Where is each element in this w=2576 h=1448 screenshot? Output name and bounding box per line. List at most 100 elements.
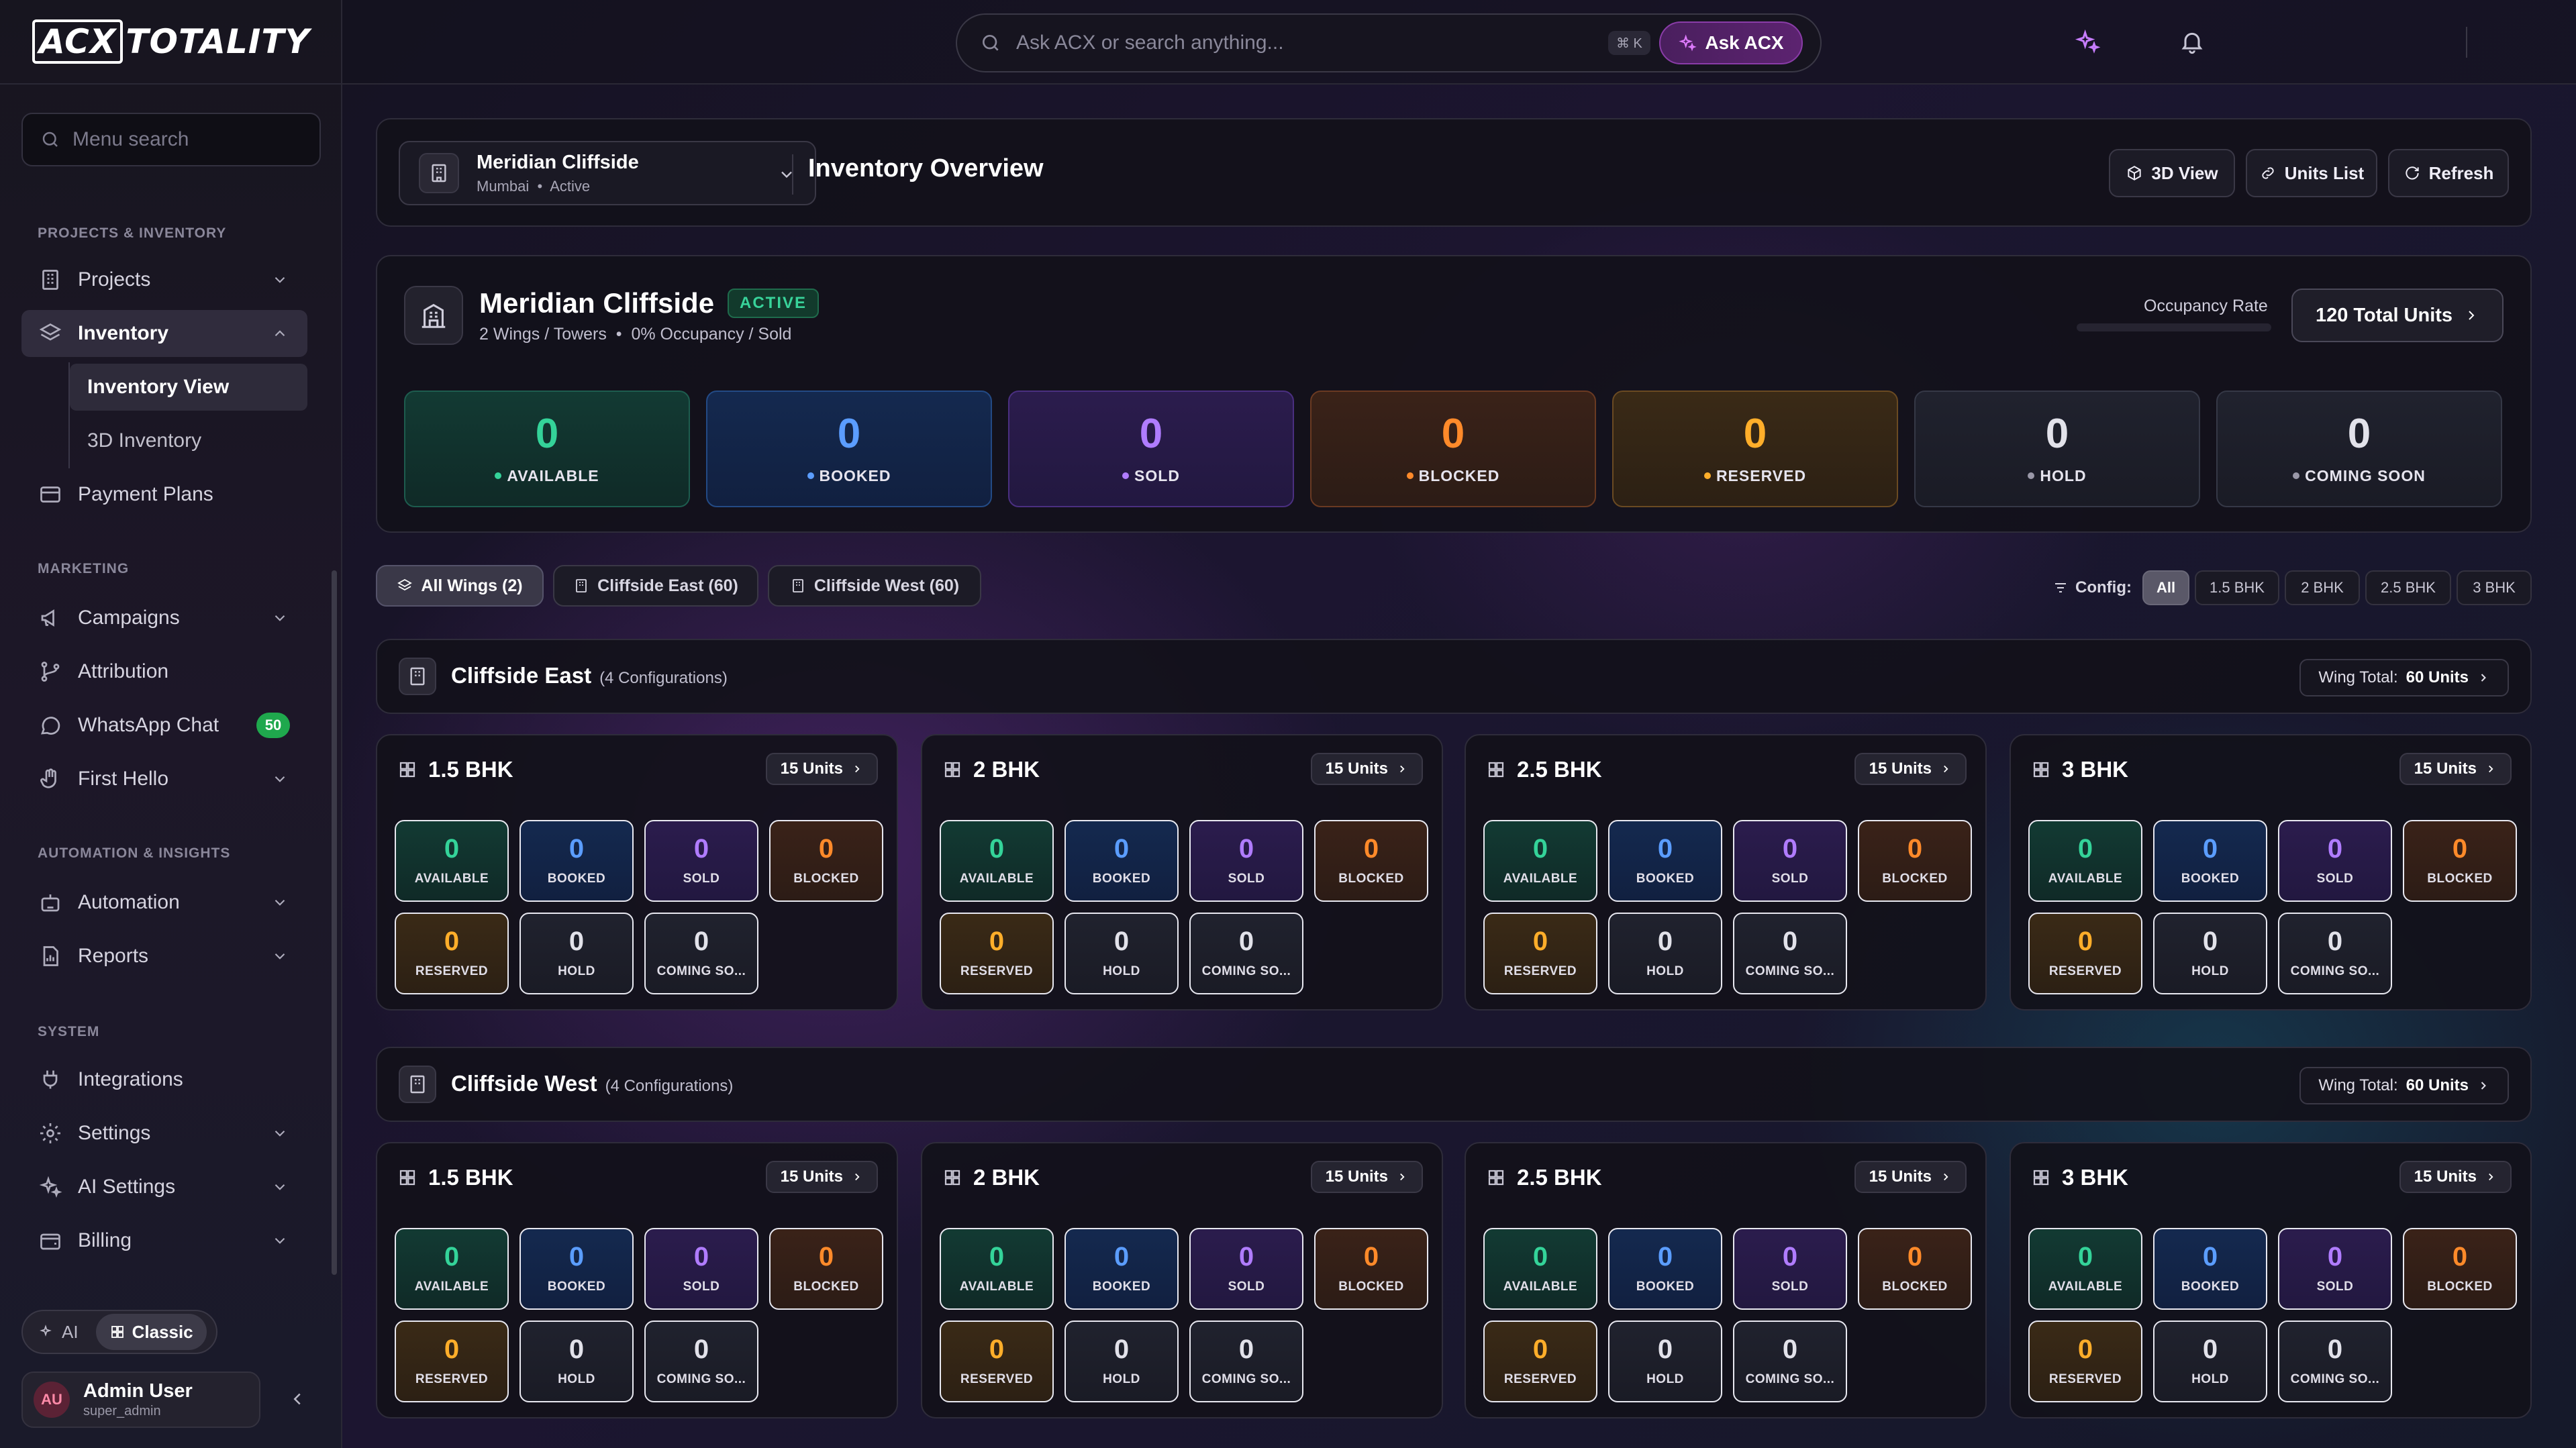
sidebar-item-projects[interactable]: Projects (21, 256, 307, 303)
config-units-button[interactable]: 15 Units (1310, 1161, 1423, 1193)
sidebar-item-whatsapp-chat[interactable]: WhatsApp Chat 50 (21, 702, 307, 749)
chevron-up-icon[interactable] (271, 325, 289, 342)
mini-stat-reserved[interactable]: 0 RESERVED (395, 1321, 509, 1402)
mini-stat-blocked[interactable]: 0 BLOCKED (2403, 820, 2517, 902)
mini-stat-reserved[interactable]: 0 RESERVED (940, 913, 1054, 994)
mini-stat-reserved[interactable]: 0 RESERVED (395, 913, 509, 994)
sidebar-item-automation[interactable]: Automation (21, 879, 307, 926)
bell-icon[interactable] (2179, 28, 2206, 55)
units-list-button[interactable]: Units List (2246, 149, 2377, 197)
mini-stat-coming-soon[interactable]: 0 COMING SO... (1733, 1321, 1847, 1402)
mini-stat-coming-soon[interactable]: 0 COMING SO... (1733, 913, 1847, 994)
mini-stat-coming-soon[interactable]: 0 COMING SO... (644, 1321, 758, 1402)
chevron-down-icon[interactable] (271, 1125, 289, 1142)
sidebar-item-first-hello[interactable]: First Hello (21, 756, 307, 803)
config-units-button[interactable]: 15 Units (765, 1161, 878, 1193)
mini-stat-coming-soon[interactable]: 0 COMING SO... (644, 913, 758, 994)
config-chip-2-5-bhk[interactable]: 2.5 BHK (2365, 570, 2451, 605)
mini-stat-hold[interactable]: 0 HOLD (519, 913, 634, 994)
wing-tab-cliffside-east[interactable]: Cliffside East (60) (553, 565, 758, 607)
config-chip-2-bhk[interactable]: 2 BHK (2285, 570, 2360, 605)
mini-stat-blocked[interactable]: 0 BLOCKED (769, 820, 883, 902)
menu-search-input[interactable]: Menu search (21, 113, 321, 166)
mini-stat-available[interactable]: 0 AVAILABLE (395, 1228, 509, 1310)
mini-stat-reserved[interactable]: 0 RESERVED (2028, 1321, 2142, 1402)
mini-stat-hold[interactable]: 0 HOLD (1064, 1321, 1179, 1402)
stat-reserved[interactable]: 0 RESERVED (1612, 391, 1898, 507)
mini-stat-booked[interactable]: 0 BOOKED (1064, 1228, 1179, 1310)
sidebar-item-reports[interactable]: Reports (21, 933, 307, 980)
mini-stat-hold[interactable]: 0 HOLD (1608, 1321, 1722, 1402)
chevron-down-icon[interactable] (271, 609, 289, 627)
sidebar-item-attribution[interactable]: Attribution (21, 648, 307, 695)
config-units-button[interactable]: 15 Units (2399, 1161, 2512, 1193)
sidebar-item-payment-plans[interactable]: Payment Plans (21, 471, 307, 518)
mini-stat-reserved[interactable]: 0 RESERVED (1483, 1321, 1597, 1402)
config-chip-3-bhk[interactable]: 3 BHK (2457, 570, 2532, 605)
global-search-input[interactable]: Ask ACX or search anything... ⌘ K Ask AC… (956, 13, 1822, 72)
stat-coming-soon[interactable]: 0 COMING SOON (2216, 391, 2502, 507)
mini-stat-sold[interactable]: 0 SOLD (1189, 1228, 1303, 1310)
mini-stat-reserved[interactable]: 0 RESERVED (940, 1321, 1054, 1402)
wing-tab-cliffside-west[interactable]: Cliffside West (60) (768, 565, 981, 607)
stat-booked[interactable]: 0 BOOKED (706, 391, 992, 507)
user-profile-card[interactable]: AU Admin User super_admin (21, 1372, 260, 1428)
mini-stat-reserved[interactable]: 0 RESERVED (1483, 913, 1597, 994)
total-units-button[interactable]: 120 Total Units (2291, 289, 2504, 342)
mini-stat-hold[interactable]: 0 HOLD (2153, 1321, 2267, 1402)
project-selector[interactable]: Meridian Cliffside Mumbai • Active (399, 141, 816, 205)
mini-stat-blocked[interactable]: 0 BLOCKED (1858, 1228, 1972, 1310)
config-units-button[interactable]: 15 Units (1310, 753, 1423, 785)
mini-stat-blocked[interactable]: 0 BLOCKED (1858, 820, 1972, 902)
ai-sparkle-icon[interactable] (2074, 28, 2101, 55)
logo[interactable]: ACX TOTALITY (0, 0, 341, 85)
mini-stat-hold[interactable]: 0 HOLD (1608, 913, 1722, 994)
collapse-sidebar-icon[interactable] (287, 1389, 307, 1409)
mini-stat-sold[interactable]: 0 SOLD (1733, 1228, 1847, 1310)
mini-stat-available[interactable]: 0 AVAILABLE (1483, 820, 1597, 902)
sidebar-item-settings[interactable]: Settings (21, 1110, 307, 1157)
mini-stat-available[interactable]: 0 AVAILABLE (940, 820, 1054, 902)
mini-stat-hold[interactable]: 0 HOLD (519, 1321, 634, 1402)
sidebar-scrollbar[interactable] (332, 570, 337, 1275)
config-chip-1-5-bhk[interactable]: 1.5 BHK (2195, 570, 2279, 605)
stat-sold[interactable]: 0 SOLD (1008, 391, 1294, 507)
wing-tab-all[interactable]: All Wings (2) (376, 565, 544, 607)
mini-stat-available[interactable]: 0 AVAILABLE (1483, 1228, 1597, 1310)
stat-blocked[interactable]: 0 BLOCKED (1310, 391, 1596, 507)
sidebar-item-campaigns[interactable]: Campaigns (21, 594, 307, 641)
mini-stat-booked[interactable]: 0 BOOKED (519, 1228, 634, 1310)
mini-stat-blocked[interactable]: 0 BLOCKED (1314, 820, 1428, 902)
mode-ai-option[interactable]: AI (26, 1314, 92, 1350)
mini-stat-booked[interactable]: 0 BOOKED (2153, 1228, 2267, 1310)
chevron-down-icon[interactable] (271, 1178, 289, 1196)
config-units-button[interactable]: 15 Units (2399, 753, 2512, 785)
config-chip-all[interactable]: All (2142, 570, 2189, 605)
mini-stat-sold[interactable]: 0 SOLD (2278, 820, 2392, 902)
mini-stat-sold[interactable]: 0 SOLD (1189, 820, 1303, 902)
chevron-down-icon[interactable] (271, 770, 289, 788)
mini-stat-booked[interactable]: 0 BOOKED (519, 820, 634, 902)
sidebar-item-billing[interactable]: Billing (21, 1217, 307, 1264)
mini-stat-blocked[interactable]: 0 BLOCKED (1314, 1228, 1428, 1310)
mini-stat-reserved[interactable]: 0 RESERVED (2028, 913, 2142, 994)
wing-total-button[interactable]: Wing Total: 60 Units (2299, 1067, 2509, 1104)
chevron-down-icon[interactable] (271, 947, 289, 965)
stat-available[interactable]: 0 AVAILABLE (404, 391, 690, 507)
mini-stat-available[interactable]: 0 AVAILABLE (2028, 1228, 2142, 1310)
mode-toggle[interactable]: AI Classic (21, 1310, 217, 1354)
mini-stat-hold[interactable]: 0 HOLD (1064, 913, 1179, 994)
mini-stat-booked[interactable]: 0 BOOKED (1608, 1228, 1722, 1310)
mini-stat-coming-soon[interactable]: 0 COMING SO... (1189, 913, 1303, 994)
mini-stat-available[interactable]: 0 AVAILABLE (2028, 820, 2142, 902)
mini-stat-blocked[interactable]: 0 BLOCKED (2403, 1228, 2517, 1310)
mini-stat-booked[interactable]: 0 BOOKED (2153, 820, 2267, 902)
chevron-down-icon[interactable] (271, 271, 289, 289)
wing-total-button[interactable]: Wing Total: 60 Units (2299, 659, 2509, 696)
mini-stat-hold[interactable]: 0 HOLD (2153, 913, 2267, 994)
mini-stat-available[interactable]: 0 AVAILABLE (395, 820, 509, 902)
mini-stat-booked[interactable]: 0 BOOKED (1064, 820, 1179, 902)
sidebar-item-inventory-view[interactable]: Inventory View (70, 364, 307, 411)
mini-stat-coming-soon[interactable]: 0 COMING SO... (2278, 913, 2392, 994)
mini-stat-available[interactable]: 0 AVAILABLE (940, 1228, 1054, 1310)
